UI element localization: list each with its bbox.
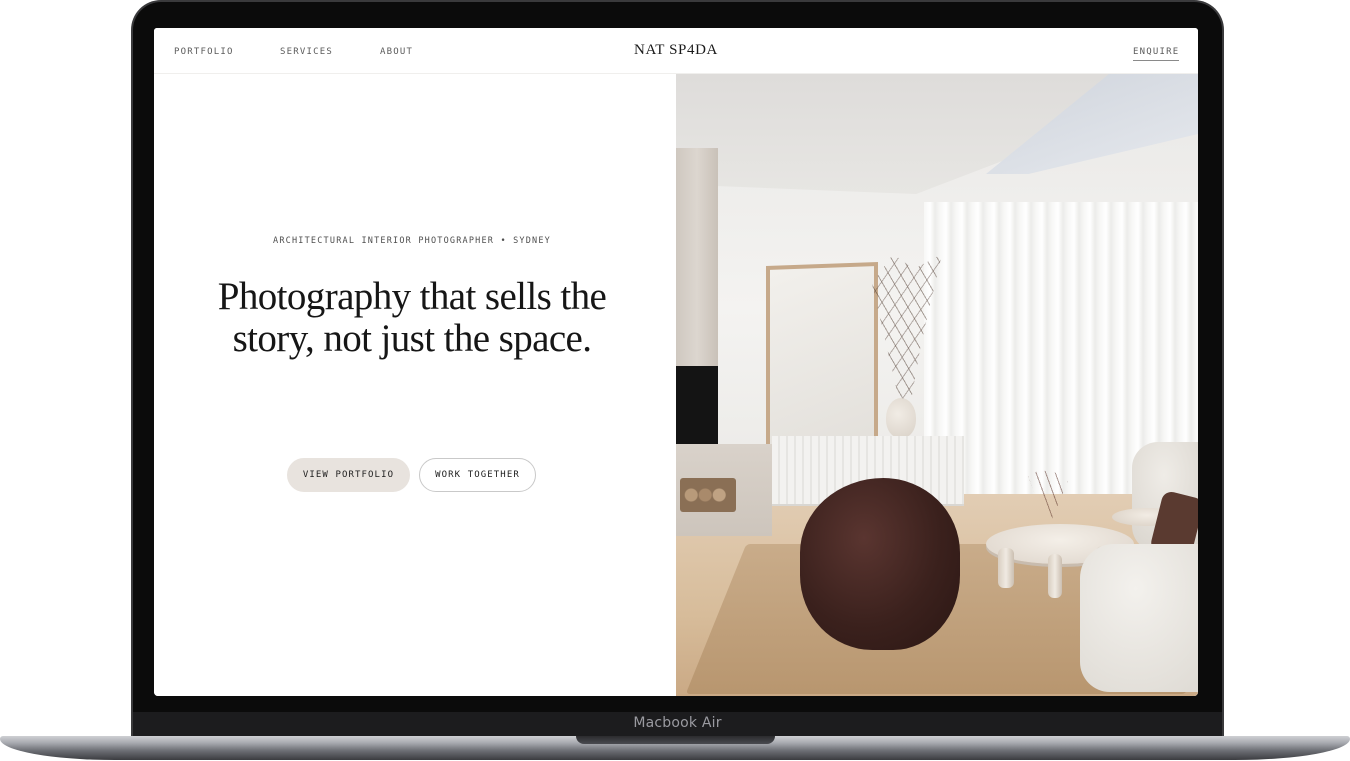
photo-fireplace-insert — [676, 366, 718, 450]
photo-table-leg — [1048, 554, 1062, 598]
site-header: PORTFOLIO SERVICES ABOUT NAT SP4DA ENQUI… — [154, 28, 1198, 74]
hero-interior-photo — [676, 74, 1198, 696]
work-together-button[interactable]: WORK TOGETHER — [419, 458, 536, 492]
view-portfolio-button[interactable]: VIEW PORTFOLIO — [287, 458, 410, 492]
photo-framed-artwork — [766, 262, 878, 452]
photo-firewood — [680, 478, 736, 512]
nav-services-link[interactable]: SERVICES — [280, 47, 333, 57]
photo-table-leg — [998, 548, 1014, 588]
nav-about-link[interactable]: ABOUT — [380, 47, 413, 57]
laptop-screen: PORTFOLIO SERVICES ABOUT NAT SP4DA ENQUI… — [154, 28, 1198, 696]
laptop-chin: Macbook Air — [133, 712, 1222, 738]
photo-sofa — [1080, 544, 1198, 692]
nav-enquire-link[interactable]: ENQUIRE — [1133, 47, 1180, 61]
photo-vase — [886, 398, 916, 438]
device-label: Macbook Air — [633, 715, 722, 731]
laptop-opening-notch — [576, 736, 775, 744]
photo-armchair — [800, 478, 960, 650]
brand-logo[interactable]: NAT SP4DA — [632, 42, 720, 59]
hero-eyebrow: ARCHITECTURAL INTERIOR PHOTOGRAPHER • SY… — [273, 236, 551, 246]
hero-headline: Photography that sells the story, not ju… — [217, 275, 607, 360]
nav-portfolio-link[interactable]: PORTFOLIO — [174, 47, 234, 57]
hero-text-panel: ARCHITECTURAL INTERIOR PHOTOGRAPHER • SY… — [154, 74, 676, 696]
